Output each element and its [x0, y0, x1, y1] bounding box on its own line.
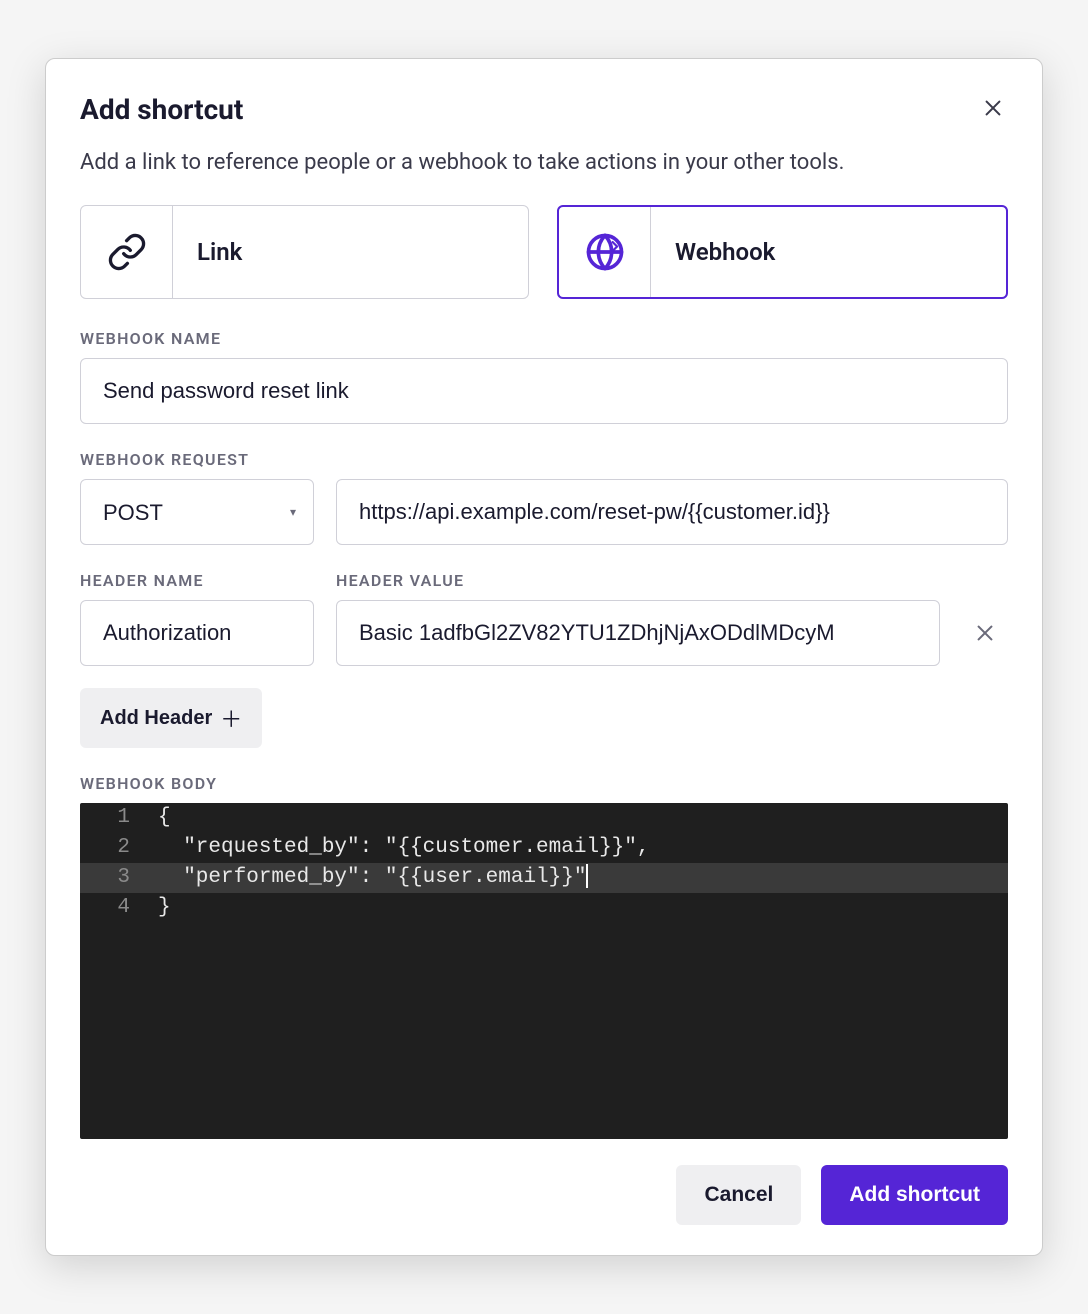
code-line: 1 { [80, 803, 1008, 833]
remove-header-button[interactable] [962, 600, 1008, 666]
cancel-button[interactable]: Cancel [676, 1165, 801, 1225]
webhook-name-input[interactable] [80, 358, 1008, 424]
webhook-icon-cell [559, 207, 651, 297]
code-text: "performed_by": "{{user.email}}" [146, 863, 1008, 893]
header-name-input[interactable] [80, 600, 314, 666]
tab-link[interactable]: Link [80, 205, 529, 299]
webhook-request-row: POST ▾ [80, 479, 1008, 545]
header-name-col: HEADER NAME [80, 571, 314, 666]
header-value-label: HEADER VALUE [336, 571, 940, 590]
code-line-active: 3 "performed_by": "{{user.email}}" [80, 863, 1008, 893]
add-shortcut-modal: Add shortcut Add a link to reference peo… [45, 58, 1043, 1256]
webhook-name-section: WEBHOOK NAME [80, 329, 1008, 424]
webhook-body-section: WEBHOOK BODY 1 { 2 "requested_by": "{{cu… [80, 774, 1008, 1139]
add-shortcut-button[interactable]: Add shortcut [821, 1165, 1008, 1225]
tab-link-label: Link [173, 238, 528, 266]
method-select-wrap: POST ▾ [80, 479, 314, 545]
webhook-url-input[interactable] [336, 479, 1008, 545]
code-text: { [146, 803, 1008, 833]
webhook-body-editor[interactable]: 1 { 2 "requested_by": "{{customer.email}… [80, 803, 1008, 1139]
line-number: 1 [80, 803, 146, 833]
globe-webhook-icon [583, 230, 627, 274]
add-header-button[interactable]: Add Header ＋ [80, 688, 262, 748]
close-icon [982, 97, 1004, 119]
code-text: "requested_by": "{{customer.email}}", [146, 833, 1008, 863]
code-line: 4 } [80, 893, 1008, 923]
text-cursor [586, 864, 588, 888]
modal-header: Add shortcut [80, 93, 1008, 126]
headers-section: HEADER NAME HEADER VALUE Add Header ＋ [80, 571, 1008, 748]
webhook-name-label: WEBHOOK NAME [80, 329, 1008, 348]
method-select[interactable]: POST [80, 479, 314, 545]
line-number: 3 [80, 863, 146, 893]
close-icon [974, 622, 996, 644]
modal-subtitle: Add a link to reference people or a webh… [80, 150, 1008, 175]
link-icon-cell [81, 206, 173, 298]
webhook-request-section: WEBHOOK REQUEST POST ▾ [80, 450, 1008, 545]
code-text: } [146, 893, 1008, 923]
line-number: 2 [80, 833, 146, 863]
link-icon [107, 232, 147, 272]
code-line: 2 "requested_by": "{{customer.email}}", [80, 833, 1008, 863]
close-button[interactable] [978, 93, 1008, 126]
tab-webhook[interactable]: Webhook [557, 205, 1008, 299]
shortcut-type-tabs: Link Webhook [80, 205, 1008, 299]
header-row: HEADER NAME HEADER VALUE [80, 571, 1008, 666]
header-value-col: HEADER VALUE [336, 571, 940, 666]
webhook-request-label: WEBHOOK REQUEST [80, 450, 1008, 469]
webhook-body-label: WEBHOOK BODY [80, 774, 1008, 793]
add-header-label: Add Header [100, 707, 212, 730]
plus-icon: ＋ [220, 702, 242, 734]
line-number: 4 [80, 893, 146, 923]
modal-footer: Cancel Add shortcut [80, 1165, 1008, 1225]
header-value-input[interactable] [336, 600, 940, 666]
header-name-label: HEADER NAME [80, 571, 314, 590]
tab-webhook-label: Webhook [651, 238, 1006, 266]
modal-title: Add shortcut [80, 93, 243, 126]
